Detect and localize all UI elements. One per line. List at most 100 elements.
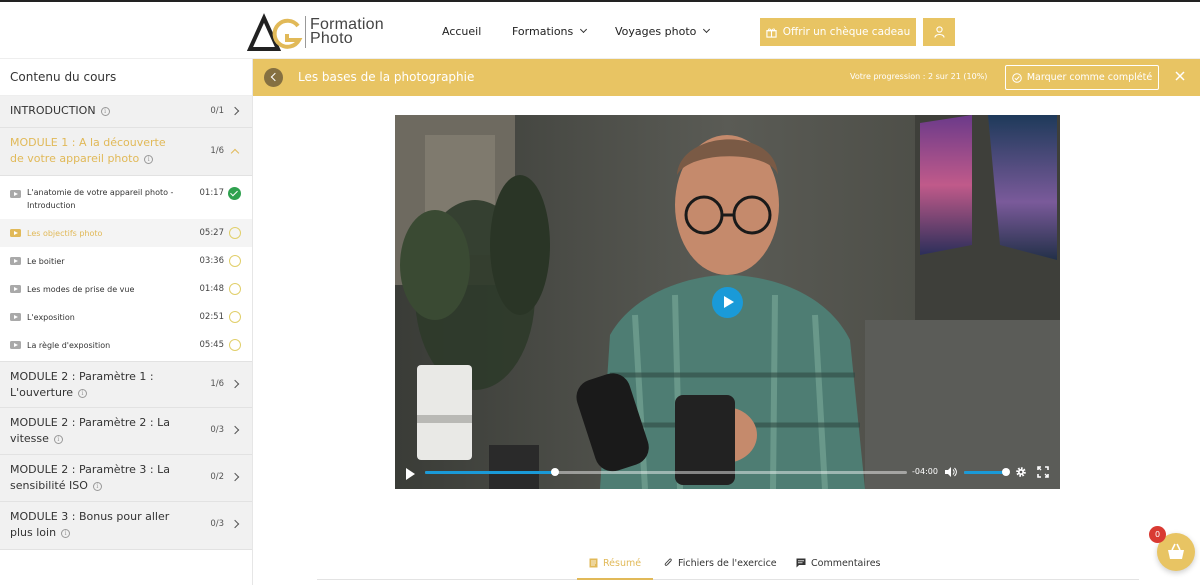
module-3-bonus[interactable]: MODULE 3 : Bonus pour aller plus loin i 0…	[0, 502, 252, 550]
course-sidebar: Contenu du cours INTRODUCTION i 0/1 MODUL…	[0, 59, 253, 585]
tab-label: Résumé	[603, 558, 642, 569]
fullscreen-icon[interactable]	[1037, 466, 1049, 478]
seek-progress	[425, 471, 556, 474]
info-icon[interactable]: i	[78, 388, 87, 398]
nav-label: Accueil	[442, 25, 482, 38]
nav-label: Voyages photo	[615, 25, 697, 38]
lesson-duration: 01:48	[199, 284, 225, 294]
module-title: MODULE 2 : Paramètre 3 : La sensibilité …	[10, 455, 242, 494]
volume-slider[interactable]	[964, 468, 1010, 476]
video-lesson-icon	[10, 229, 21, 237]
big-play-button[interactable]	[712, 287, 743, 318]
seek-bar[interactable]	[425, 468, 907, 476]
play-icon[interactable]	[406, 468, 415, 480]
incomplete-circle-icon	[229, 339, 241, 351]
mark-complete-button[interactable]: Marquer comme complété	[1005, 65, 1159, 90]
lesson-item-active[interactable]: Les objectifs photo 05:27	[0, 219, 252, 247]
mark-complete-label: Marquer comme complété	[1026, 72, 1153, 83]
course-title: Les bases de la photographie	[298, 70, 475, 84]
course-progress: Votre progression : 2 sur 21 (10%)	[850, 72, 987, 81]
module-2-ouverture[interactable]: MODULE 2 : Paramètre 1 : L'ouverture i 1/…	[0, 361, 252, 408]
nav-formations[interactable]: Formations	[512, 2, 588, 61]
cart-count-badge: 0	[1149, 526, 1166, 543]
chevron-down-icon	[580, 25, 588, 34]
module-title: MODULE 3 : Bonus pour aller plus loin i	[10, 502, 242, 541]
module-2-iso[interactable]: MODULE 2 : Paramètre 3 : La sensibilité …	[0, 455, 252, 502]
check-circle-icon	[1012, 72, 1022, 83]
lesson-duration: 02:51	[199, 312, 225, 322]
lesson-item[interactable]: La règle d'exposition 05:45	[0, 331, 252, 359]
lesson-duration: 05:27	[199, 228, 225, 238]
lesson-tabs: Résumé Fichiers de l'exercice Commentair…	[317, 555, 1139, 580]
lesson-duration: 05:45	[199, 340, 225, 350]
user-icon	[933, 26, 945, 38]
lesson-title: La règle d'exposition	[27, 340, 111, 350]
module-title: MODULE 1 : A la découverte de votre appa…	[10, 128, 242, 167]
lesson-item[interactable]: Le boitier 03:36	[0, 247, 252, 275]
module-title-text: MODULE 1 : A la découverte de votre appa…	[10, 136, 166, 165]
lesson-list: L'anatomie de votre appareil photo - Int…	[0, 176, 252, 361]
video-lesson-icon	[10, 313, 21, 321]
chevron-down-icon	[703, 25, 711, 34]
tab-commentaires[interactable]: Commentaires	[796, 558, 881, 580]
lesson-item[interactable]: L'anatomie de votre appareil photo - Int…	[0, 179, 252, 219]
video-lesson-icon	[10, 285, 21, 293]
nav-accueil[interactable]: Accueil	[442, 2, 481, 61]
module-count: 0/1	[210, 106, 224, 116]
module-2-vitesse[interactable]: MODULE 2 : Paramètre 2 : La vitesse i 0/3	[0, 408, 252, 455]
incomplete-circle-icon	[229, 227, 241, 239]
settings-gear-icon[interactable]	[1015, 466, 1027, 478]
module-1[interactable]: MODULE 1 : A la découverte de votre appa…	[0, 128, 252, 176]
info-icon[interactable]: i	[144, 154, 154, 164]
info-icon[interactable]: i	[61, 528, 71, 538]
module-count: 0/3	[210, 425, 224, 435]
logo-text: Formation Photo	[310, 17, 384, 47]
incomplete-circle-icon	[229, 311, 241, 323]
module-title: MODULE 2 : Paramètre 1 : L'ouverture i	[10, 362, 242, 401]
progress-value: 2 sur 21 (10%)	[927, 72, 988, 81]
document-icon	[589, 558, 598, 568]
info-icon[interactable]: i	[100, 106, 110, 116]
paperclip-icon	[664, 558, 672, 566]
lesson-title: Les objectifs photo	[27, 228, 103, 238]
comment-icon	[796, 558, 806, 568]
incomplete-circle-icon	[229, 255, 241, 267]
lesson-item[interactable]: L'exposition 02:51	[0, 303, 252, 331]
completed-check-icon	[228, 187, 241, 200]
site-logo[interactable]: Formation Photo	[247, 12, 397, 52]
incomplete-circle-icon	[229, 283, 241, 295]
tab-label: Fichiers de l'exercice	[678, 558, 777, 569]
site-header: Formation Photo Accueil Formations Voyag…	[0, 0, 1200, 59]
volume-handle[interactable]	[1002, 468, 1010, 476]
time-remaining: -04:00	[912, 467, 938, 476]
module-introduction[interactable]: INTRODUCTION i 0/1	[0, 96, 252, 128]
module-title: MODULE 2 : Paramètre 2 : La vitesse i	[10, 408, 242, 447]
account-button[interactable]	[923, 18, 955, 46]
module-title-text: MODULE 2 : Paramètre 2 : La vitesse	[10, 416, 170, 445]
gift-voucher-button[interactable]: Offrir un chèque cadeau	[760, 18, 916, 46]
info-icon[interactable]: i	[92, 481, 102, 491]
logo-line2: Photo	[310, 30, 353, 47]
tab-resume[interactable]: Résumé	[577, 558, 654, 580]
module-title-text: MODULE 2 : Paramètre 3 : La sensibilité …	[10, 463, 170, 492]
video-player[interactable]: -04:00	[395, 115, 1060, 489]
close-icon[interactable]	[1174, 70, 1186, 82]
gift-icon	[766, 27, 777, 38]
module-title: INTRODUCTION i	[10, 96, 242, 119]
module-count: 0/3	[210, 519, 224, 529]
module-count: 1/6	[210, 379, 224, 389]
logo-mark-icon	[247, 13, 303, 51]
lesson-item[interactable]: Les modes de prise de vue 01:48	[0, 275, 252, 303]
info-icon[interactable]: i	[53, 434, 63, 444]
module-count: 0/2	[210, 472, 224, 482]
course-bar: Les bases de la photographie Votre progr…	[253, 59, 1200, 96]
lesson-duration: 03:36	[199, 256, 225, 266]
progress-label: Votre progression :	[850, 72, 926, 81]
volume-icon[interactable]	[945, 467, 957, 477]
volume-level	[964, 471, 1006, 474]
tab-fichiers[interactable]: Fichiers de l'exercice	[664, 558, 777, 580]
back-arrow-icon[interactable]	[264, 68, 283, 87]
nav-voyages-photo[interactable]: Voyages photo	[615, 2, 711, 61]
module-title-text: INTRODUCTION	[10, 104, 96, 117]
logo-separator	[305, 16, 306, 48]
